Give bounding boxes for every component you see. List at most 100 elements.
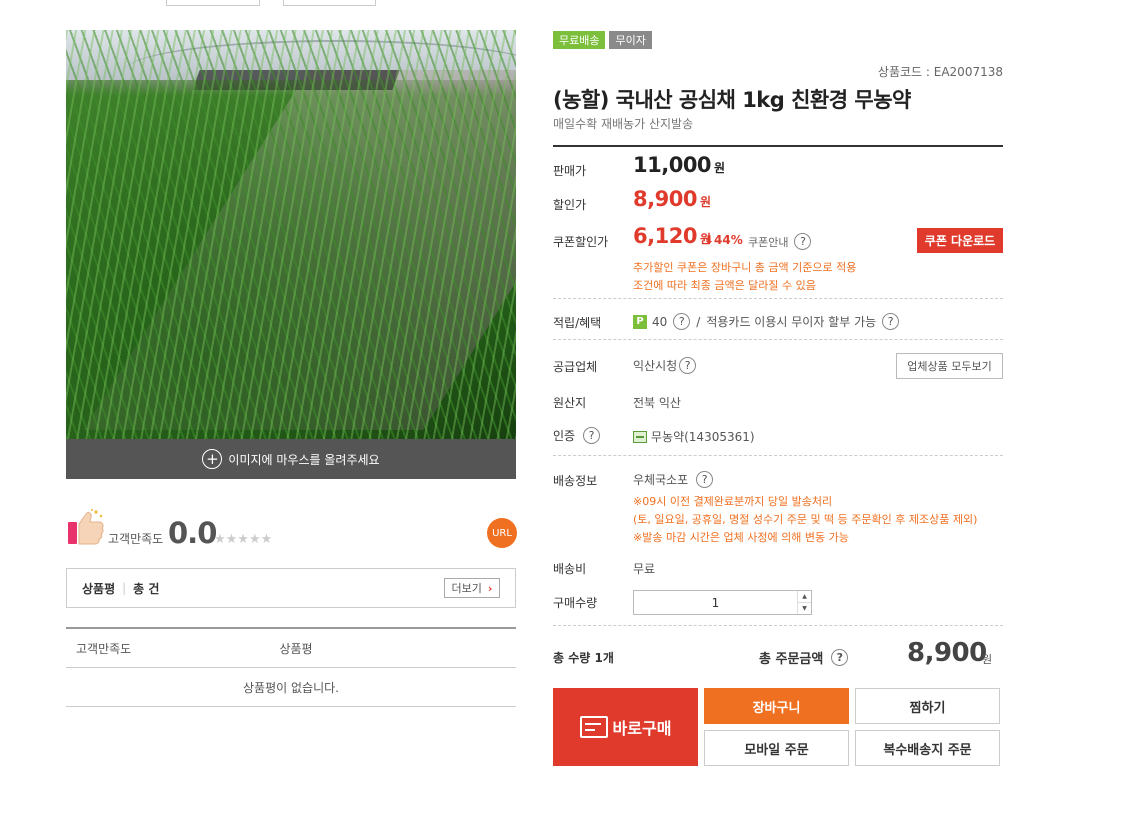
cert-label: 인증 [553,429,576,443]
crop-texture [66,30,516,440]
shipping-fee-value: 무료 [633,562,656,576]
review-title: 상품평 [82,581,116,596]
discount-price-value: 8,900 [633,187,697,211]
review-summary: 상품평 | 총 건 더보기 › [66,568,516,608]
thumbs-up-icon [68,509,104,545]
total-amount: 8,900 [907,638,987,668]
coupon-price-label: 쿠폰할인가 [553,235,609,249]
satisfaction-section: 고객만족도 0.0 ★★★★★ URL [66,508,517,550]
review-empty-message: 상품평이 없습니다. [66,668,516,707]
url-copy-button[interactable]: URL [487,518,517,548]
discount-price-currency: 원 [699,195,711,209]
points-value: 40 [652,314,668,329]
vendor-row: 익산시청 ? [633,357,697,374]
vendor-label: 공급업체 [553,360,598,374]
shipping-note: (토, 일요일, 공휴일, 명절 성수기 주문 및 떡 등 주문확인 후 제조상… [633,513,978,526]
section-divider [553,298,1003,299]
coupon-price-value: 6,120 [633,224,697,248]
cert-label-row: 인증 ? [553,427,601,444]
quantity-stepper[interactable]: 1 ▲ ▼ [633,590,812,615]
cert-row: 무농약(14305361) [633,428,755,445]
column-review: 상품평 [279,641,313,656]
points-separator: / [696,314,701,329]
product-code: 상품코드 : EA2007138 [877,65,1003,79]
multi-address-order-button[interactable]: 복수배송지 주문 [855,730,1000,766]
column-satisfaction: 고객만족도 [76,641,132,656]
quantity-arrows: ▲ ▼ [797,591,811,614]
buy-now-label: 바로구매 [612,719,672,738]
points-label: 적립/혜택 [553,316,602,330]
quantity-down-icon[interactable]: ▼ [798,602,811,614]
section-divider [553,455,1003,456]
satisfaction-label: 고객만족도 [108,532,164,546]
review-table: 고객만족도 상품평 상품평이 없습니다. [66,627,516,707]
certification-icon [633,430,647,443]
shipping-fee-label: 배송비 [553,562,587,576]
buy-now-button[interactable]: 바로구매 [553,688,698,766]
product-title: (농할) 국내산 공심채 1kg 친환경 무농약 [553,88,911,112]
discount-price: 8,900 원 [633,187,711,211]
product-badges: 무료배송 무이자 [553,31,652,49]
help-icon[interactable]: ? [673,313,691,330]
total-amount-label-row: 총 주문금액 ? [759,648,849,667]
product-image[interactable] [66,30,516,440]
help-icon[interactable]: ? [831,649,849,666]
help-icon[interactable]: ? [696,471,714,488]
vendor-products-button[interactable]: 업체상품 모두보기 [896,353,1003,379]
coupon-note: 추가할인 쿠폰은 장바구니 총 금액 기준으로 적용 [633,261,857,274]
origin-label: 원산지 [553,396,587,410]
review-more-button[interactable]: 더보기 › [444,578,500,598]
image-hover-hint[interactable]: + 이미지에 마우스를 올려주세요 [66,439,516,479]
sale-price-value: 11,000 [633,153,712,177]
points-icon: P [633,314,647,329]
coupon-note: 조건에 따라 최종 금액은 달라질 수 있음 [633,279,816,292]
add-to-cart-button[interactable]: 장바구니 [704,688,849,724]
quantity-label: 구매수량 [553,596,598,610]
help-icon[interactable]: ? [794,233,812,250]
free-shipping-badge: 무료배송 [553,31,606,49]
satisfaction-score: 0.0 [168,516,217,550]
help-icon[interactable]: ? [583,427,601,444]
total-amount-label: 총 주문금액 [759,652,824,667]
shipping-label: 배송정보 [553,474,598,488]
rating-stars: ★★★★★ [214,532,273,547]
section-divider [553,625,1003,626]
wishlist-button[interactable]: 찜하기 [855,688,1000,724]
help-icon[interactable]: ? [679,357,697,374]
zoom-plus-icon: + [202,449,223,469]
vendor-value: 익산시청 [633,359,678,373]
top-select-remnant [166,0,260,6]
review-separator: | [122,581,127,595]
title-divider [553,145,1003,147]
shipping-note: ※발송 마감 시간은 업체 사정에 의해 변동 가능 [633,531,849,544]
top-select-remnant [283,0,376,6]
hover-hint-text: 이미지에 마우스를 올려주세요 [228,452,380,467]
card-icon [579,716,608,738]
origin-value: 전북 익산 [633,396,681,410]
quantity-input[interactable]: 1 [634,591,797,614]
coupon-guide-text: 쿠폰안내 [748,235,789,249]
coupon-download-button[interactable]: 쿠폰 다운로드 [917,228,1003,253]
cert-value: 무농약(14305361) [651,430,755,444]
discount-price-label: 할인가 [553,198,587,212]
shipping-note: ※09시 이전 결제완료분까지 당일 발송처리 [633,495,833,508]
review-table-header: 고객만족도 상품평 [66,629,516,668]
help-icon[interactable]: ? [882,313,900,330]
more-label: 더보기 [451,582,482,595]
points-row: P 40 ? / 적용카드 이용시 무이자 할부 가능 ? [633,313,900,330]
mobile-order-button[interactable]: 모바일 주문 [704,730,849,766]
quantity-up-icon[interactable]: ▲ [798,591,811,602]
coupon-guide[interactable]: 쿠폰안내 ? [748,233,812,250]
shipping-row: 우체국소포 ? [633,471,714,488]
section-divider [553,339,1003,340]
sale-price-label: 판매가 [553,164,587,178]
shipping-value: 우체국소포 [633,473,689,487]
total-quantity: 총 수량 1개 [553,651,614,665]
product-subtitle: 매일수확 재배농가 산지발송 [553,117,694,131]
interest-free-badge: 무이자 [609,31,652,49]
total-currency: 원 [982,653,993,666]
sale-price-currency: 원 [714,161,725,175]
coupon-price: 6,120 원 [633,224,711,248]
sale-price: 11,000 원 [633,153,725,177]
chevron-right-icon: › [487,581,493,595]
